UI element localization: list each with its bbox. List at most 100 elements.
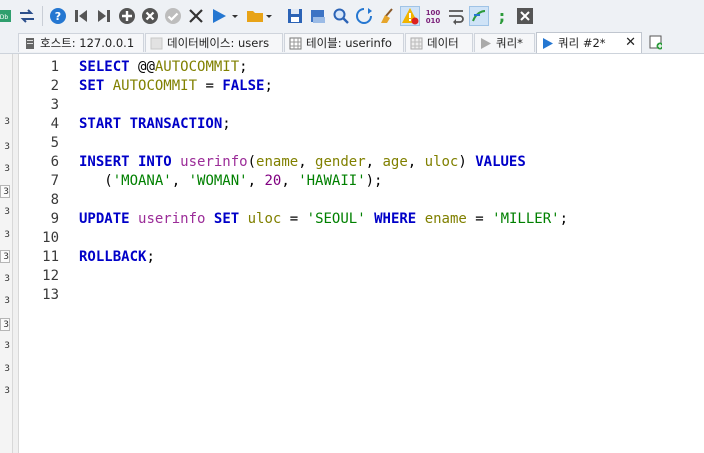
last-record-icon[interactable] <box>94 6 114 26</box>
tab-host-label: 호스트: 127.0.0.1 <box>40 36 135 50</box>
warning-icon[interactable] <box>400 6 420 26</box>
code-token: WHERE <box>374 211 417 227</box>
code-token: FALSE <box>222 78 265 94</box>
code-token: AUTOCOMMIT <box>112 78 198 94</box>
navigator-row-digit: 3 <box>4 164 10 174</box>
tab-table-label: 테이블: userinfo <box>306 36 392 50</box>
code-token: SET <box>213 211 240 227</box>
sql-editor[interactable]: 1 2 3 4 5 6 7 8 9 10 11 12 13 SELECT @@AUTOCOMMIT; SE… <box>18 54 704 453</box>
code-token: ; <box>264 78 273 94</box>
code-line: START TRANSACTION; <box>79 115 231 134</box>
tab-data-label: 데이터 <box>427 36 459 50</box>
code-token: VALUES <box>475 154 526 170</box>
add-row-icon[interactable] <box>117 6 137 26</box>
code-token: AUTOCOMMIT <box>154 59 240 75</box>
code-token: ) <box>458 154 476 170</box>
formatter-icon[interactable] <box>469 6 489 26</box>
save-icon[interactable] <box>285 6 305 26</box>
code-token: , <box>281 173 299 189</box>
code-token: gender <box>315 154 366 170</box>
tab-database[interactable]: 데이터베이스: users <box>145 33 283 52</box>
line-number: 3 <box>50 97 59 113</box>
run-dropdown-icon[interactable] <box>229 6 241 26</box>
code-token: uloc <box>424 154 459 170</box>
search-icon[interactable] <box>331 6 351 26</box>
cancel-x-icon[interactable] <box>186 6 206 26</box>
code-token: , <box>298 154 316 170</box>
code-token: ename <box>424 211 467 227</box>
database-icon <box>150 37 163 50</box>
code-token: 'WOMAN' <box>188 173 248 189</box>
help-icon[interactable]: ? <box>48 6 68 26</box>
main-toolbar: Db ? 100 010 ; <box>0 0 704 33</box>
close-tab-icon[interactable]: ✕ <box>625 35 636 50</box>
code-token: ; <box>222 116 231 132</box>
navigator-row-digit: 3 <box>4 207 10 217</box>
binary-icon[interactable]: 100 010 <box>423 6 443 26</box>
line-number: 9 <box>50 211 59 227</box>
code-token: 'MOANA' <box>112 173 172 189</box>
new-session-icon[interactable]: Db <box>0 6 14 26</box>
server-icon <box>23 37 36 50</box>
table-icon <box>289 37 302 50</box>
replace-icon[interactable] <box>354 6 374 26</box>
code-token: ename <box>256 154 299 170</box>
new-tab-icon <box>649 35 662 50</box>
line-number: 2 <box>50 78 59 94</box>
code-token: uloc <box>247 211 282 227</box>
clear-broom-icon[interactable] <box>377 6 397 26</box>
code-token: START TRANSACTION <box>79 116 223 132</box>
code-token: = <box>197 78 223 94</box>
navigator-row-digit: 3 <box>4 296 10 306</box>
tab-query-1[interactable]: 쿼리* <box>474 33 535 52</box>
code-line: ROLLBACK; <box>79 248 155 267</box>
navigator-row-digit: 3 <box>0 250 10 263</box>
code-token: ); <box>365 173 383 189</box>
line-number: 11 <box>42 249 59 265</box>
tab-query-2[interactable]: 쿼리 #2* ✕ <box>536 32 642 53</box>
code-token: SELECT <box>79 59 130 75</box>
code-token: , <box>247 173 265 189</box>
code-token: 'HAWAII' <box>298 173 366 189</box>
delete-row-icon[interactable] <box>140 6 160 26</box>
swap-arrows-icon[interactable] <box>17 6 37 26</box>
new-query-tab-button[interactable] <box>646 33 668 52</box>
code-line: INSERT INTO userinfo(ename, gender, age,… <box>79 153 526 172</box>
tab-data[interactable]: 데이터 <box>405 33 473 52</box>
code-line: SET AUTOCOMMIT = FALSE; <box>79 77 273 96</box>
line-number: 7 <box>50 173 59 189</box>
navigator-row-digit: 3 <box>4 341 10 351</box>
first-record-icon[interactable] <box>71 6 91 26</box>
tab-bar: 호스트: 127.0.0.1 데이터베이스: users 테이블: userin… <box>0 32 704 54</box>
run-query-icon[interactable] <box>209 6 229 26</box>
line-number-gutter: 1 2 3 4 5 6 7 8 9 10 11 12 13 <box>19 54 65 453</box>
code-token: ( <box>247 154 257 170</box>
line-number: 4 <box>50 116 59 132</box>
tab-table[interactable]: 테이블: userinfo <box>284 33 404 52</box>
code-token: , <box>171 173 189 189</box>
navigator-row-digit: 3 <box>4 230 10 240</box>
code-token: userinfo <box>138 211 206 227</box>
svg-text:;: ; <box>499 7 505 25</box>
tab-query-1-label: 쿼리* <box>496 36 523 50</box>
semicolon-icon[interactable]: ; <box>492 6 512 26</box>
code-token: = <box>281 211 307 227</box>
tab-host[interactable]: 호스트: 127.0.0.1 <box>18 33 144 52</box>
open-folder-icon[interactable] <box>246 6 272 26</box>
word-wrap-icon[interactable] <box>446 6 466 26</box>
save-as-icon[interactable] <box>308 6 328 26</box>
code-token: ; <box>239 59 248 75</box>
code-token: 'SEOUL' <box>306 211 366 227</box>
line-number: 13 <box>42 287 59 303</box>
navigator-row-digit: 3 <box>4 364 10 374</box>
apply-check-icon[interactable] <box>163 6 183 26</box>
code-line: ('MOANA', 'WOMAN', 20, 'HAWAII'); <box>79 172 382 191</box>
navigator-row-digit: 3 <box>4 386 10 396</box>
code-token: ROLLBACK <box>79 249 147 265</box>
close-x-icon[interactable] <box>515 6 535 26</box>
code-token: , <box>407 154 425 170</box>
